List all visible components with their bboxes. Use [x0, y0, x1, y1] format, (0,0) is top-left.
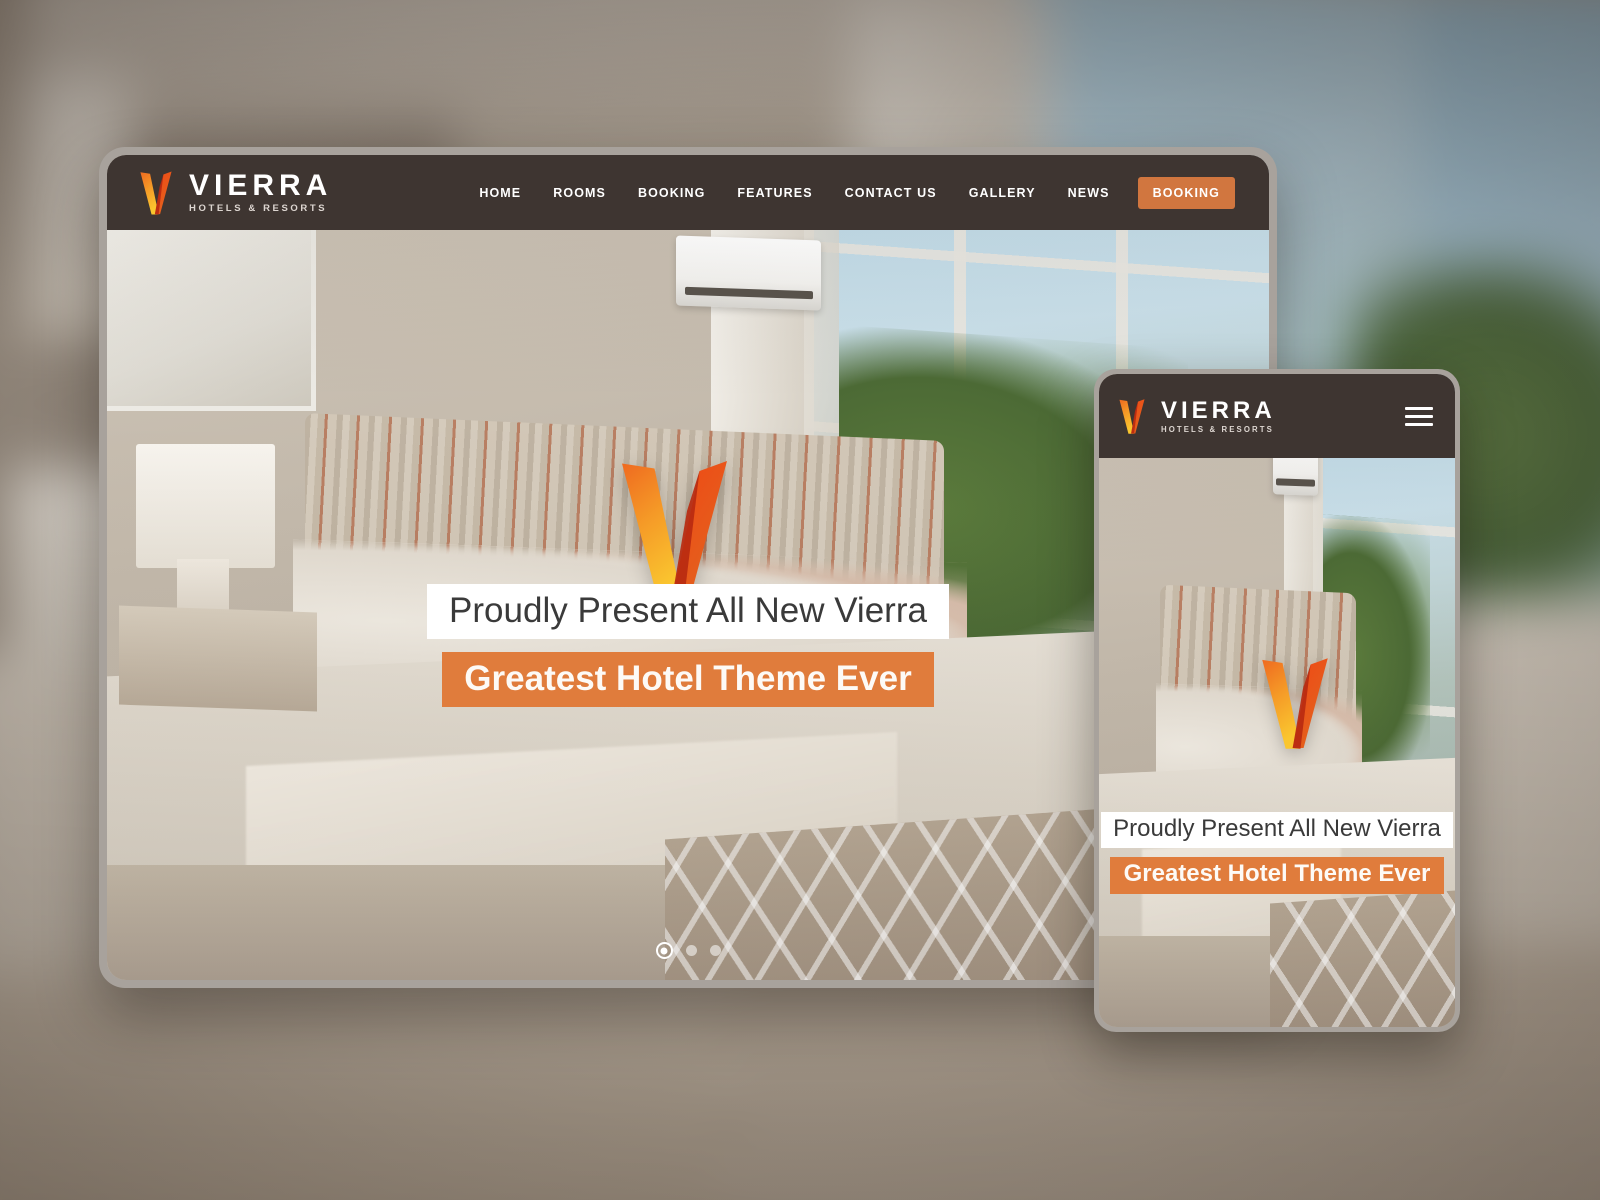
main-navigation: HOME ROOMS BOOKING FEATURES CONTACT US G…: [463, 176, 1235, 209]
phone-hero-subheadline: Greatest Hotel Theme Ever: [1109, 857, 1445, 895]
brand-logo[interactable]: VIERRA HOTELS & RESORTS: [137, 170, 332, 216]
hamburger-bar-2: [1405, 414, 1433, 418]
nav-item-home[interactable]: HOME: [463, 186, 537, 200]
phone-brand-name: VIERRA: [1161, 396, 1276, 424]
phone-screen: Proudly Present All New Vierra Greatest …: [1099, 374, 1455, 1027]
v-mark-icon: [140, 170, 172, 215]
carousel-dot-2[interactable]: [685, 945, 697, 956]
booking-cta-button[interactable]: BOOKING: [1137, 176, 1235, 209]
nav-item-gallery[interactable]: GALLERY: [953, 186, 1052, 200]
brand-text: VIERRA HOTELS & RESORTS: [189, 171, 332, 214]
carousel-dot-1[interactable]: [655, 942, 673, 959]
nav-item-rooms[interactable]: ROOMS: [537, 186, 622, 200]
v-mark-icon: [1261, 658, 1328, 749]
hamburger-menu-icon[interactable]: [1405, 406, 1433, 426]
phone-brand-tagline: HOTELS & RESORTS: [1161, 424, 1274, 434]
hero-subheadline: Greatest Hotel Theme Ever: [442, 652, 934, 708]
phone-hero-headline: Proudly Present All New Vierra: [1101, 811, 1453, 849]
phone-hero-caption-group: Proudly Present All New Vierra Greatest …: [1099, 811, 1455, 895]
brand-name: VIERRA: [189, 169, 333, 203]
phone-header: VIERRA HOTELS & RESORTS: [1099, 374, 1455, 458]
phone-hero-section: Proudly Present All New Vierra Greatest …: [1099, 374, 1455, 1027]
nav-item-contact-us[interactable]: CONTACT US: [829, 186, 953, 200]
phone-brand-text: VIERRA HOTELS & RESORTS: [1161, 396, 1276, 434]
nav-item-features[interactable]: FEATURES: [721, 186, 828, 200]
hamburger-bar-3: [1405, 422, 1433, 426]
hero-headline: Proudly Present All New Vierra: [427, 584, 949, 640]
v-mark-icon: [1119, 398, 1145, 434]
brand-tagline: HOTELS & RESORTS: [189, 203, 328, 215]
nav-item-booking[interactable]: BOOKING: [622, 186, 721, 200]
hamburger-bar-1: [1405, 406, 1433, 410]
site-header: VIERRA HOTELS & RESORTS HOME ROOMS BOOKI…: [107, 155, 1269, 230]
nav-item-news[interactable]: NEWS: [1052, 186, 1126, 200]
phone-device-mockup: Proudly Present All New Vierra Greatest …: [1094, 369, 1460, 1032]
phone-brand-logo[interactable]: VIERRA HOTELS & RESORTS: [1117, 398, 1276, 435]
carousel-dot-3[interactable]: [709, 945, 721, 956]
